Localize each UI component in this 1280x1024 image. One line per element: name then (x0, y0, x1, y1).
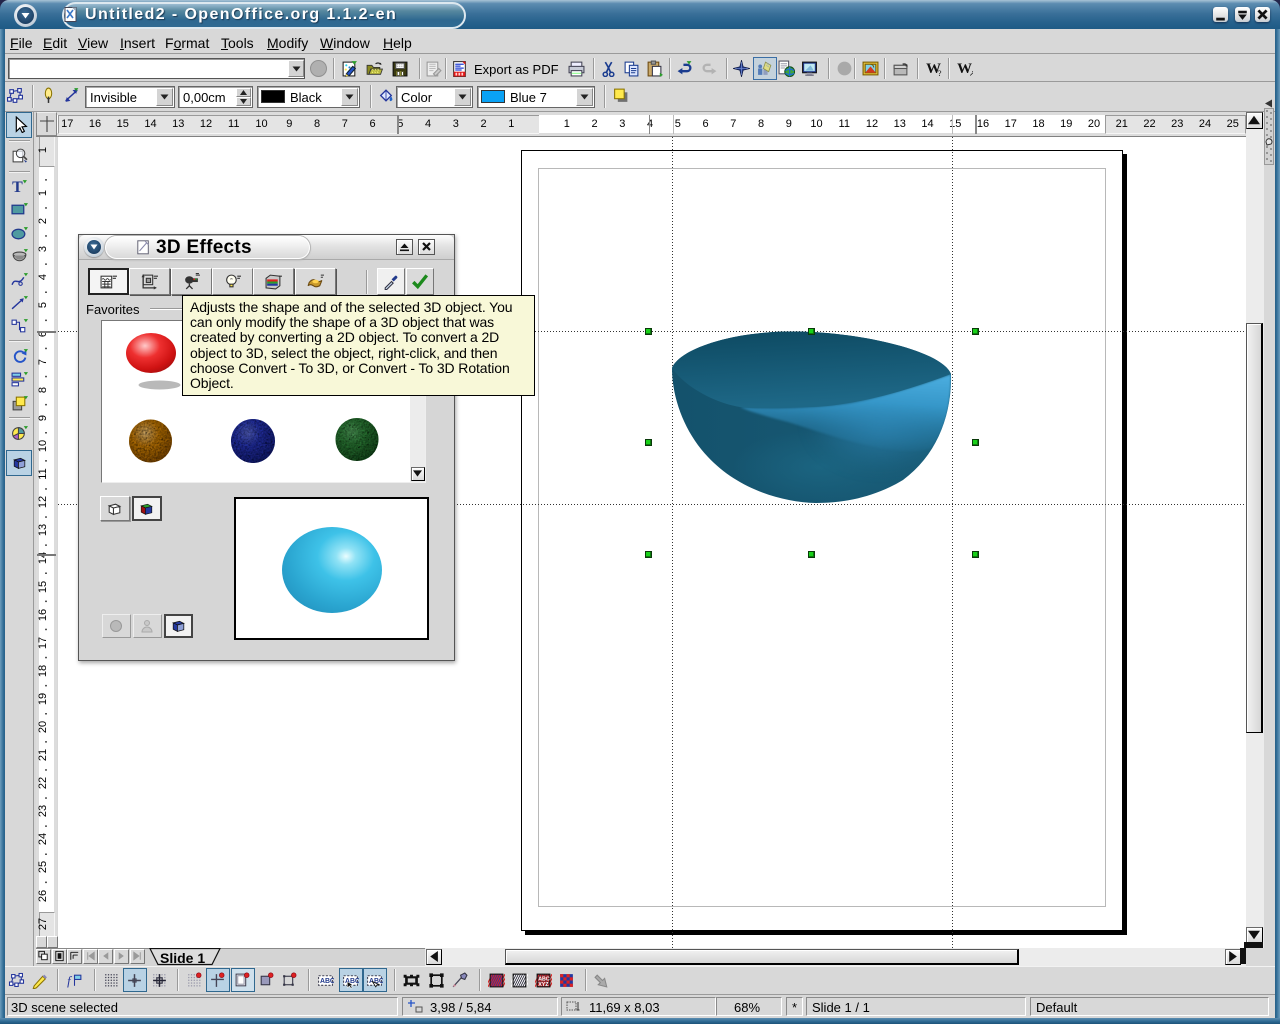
svg-text:1: 1 (37, 147, 49, 153)
svg-text:13: 13 (37, 524, 49, 536)
svg-text:9: 9 (37, 415, 49, 421)
svg-text:?: ? (938, 68, 942, 77)
svg-text:27: 27 (37, 918, 49, 930)
svg-text:f: f (67, 974, 73, 988)
svg-text:12: 12 (37, 496, 49, 508)
svg-text:XYZ: XYZ (538, 982, 549, 988)
svg-text:3: 3 (37, 246, 49, 252)
svg-text:5: 5 (37, 302, 49, 308)
svg-text:24: 24 (37, 833, 49, 845)
svg-text:26: 26 (37, 890, 49, 902)
svg-text:4: 4 (37, 274, 49, 280)
svg-text:22: 22 (37, 777, 49, 789)
svg-text:19: 19 (37, 693, 49, 705)
svg-text:8: 8 (37, 387, 49, 393)
svg-text:21: 21 (37, 749, 49, 761)
svg-text:18: 18 (37, 665, 49, 677)
svg-text:15: 15 (37, 581, 49, 593)
svg-text:23: 23 (37, 805, 49, 817)
svg-text:17: 17 (37, 637, 49, 649)
svg-text:1: 1 (37, 190, 49, 196)
svg-text:7: 7 (37, 359, 49, 365)
svg-text:↗: ↗ (969, 68, 973, 77)
svg-text:25: 25 (37, 861, 49, 873)
svg-text:ABC: ABC (320, 978, 334, 985)
svg-text:20: 20 (37, 721, 49, 733)
svg-text:11: 11 (37, 468, 49, 479)
svg-text:16: 16 (37, 609, 49, 621)
svg-text:2: 2 (37, 218, 49, 224)
svg-text:T: T (12, 179, 23, 195)
svg-text:10: 10 (37, 440, 49, 452)
